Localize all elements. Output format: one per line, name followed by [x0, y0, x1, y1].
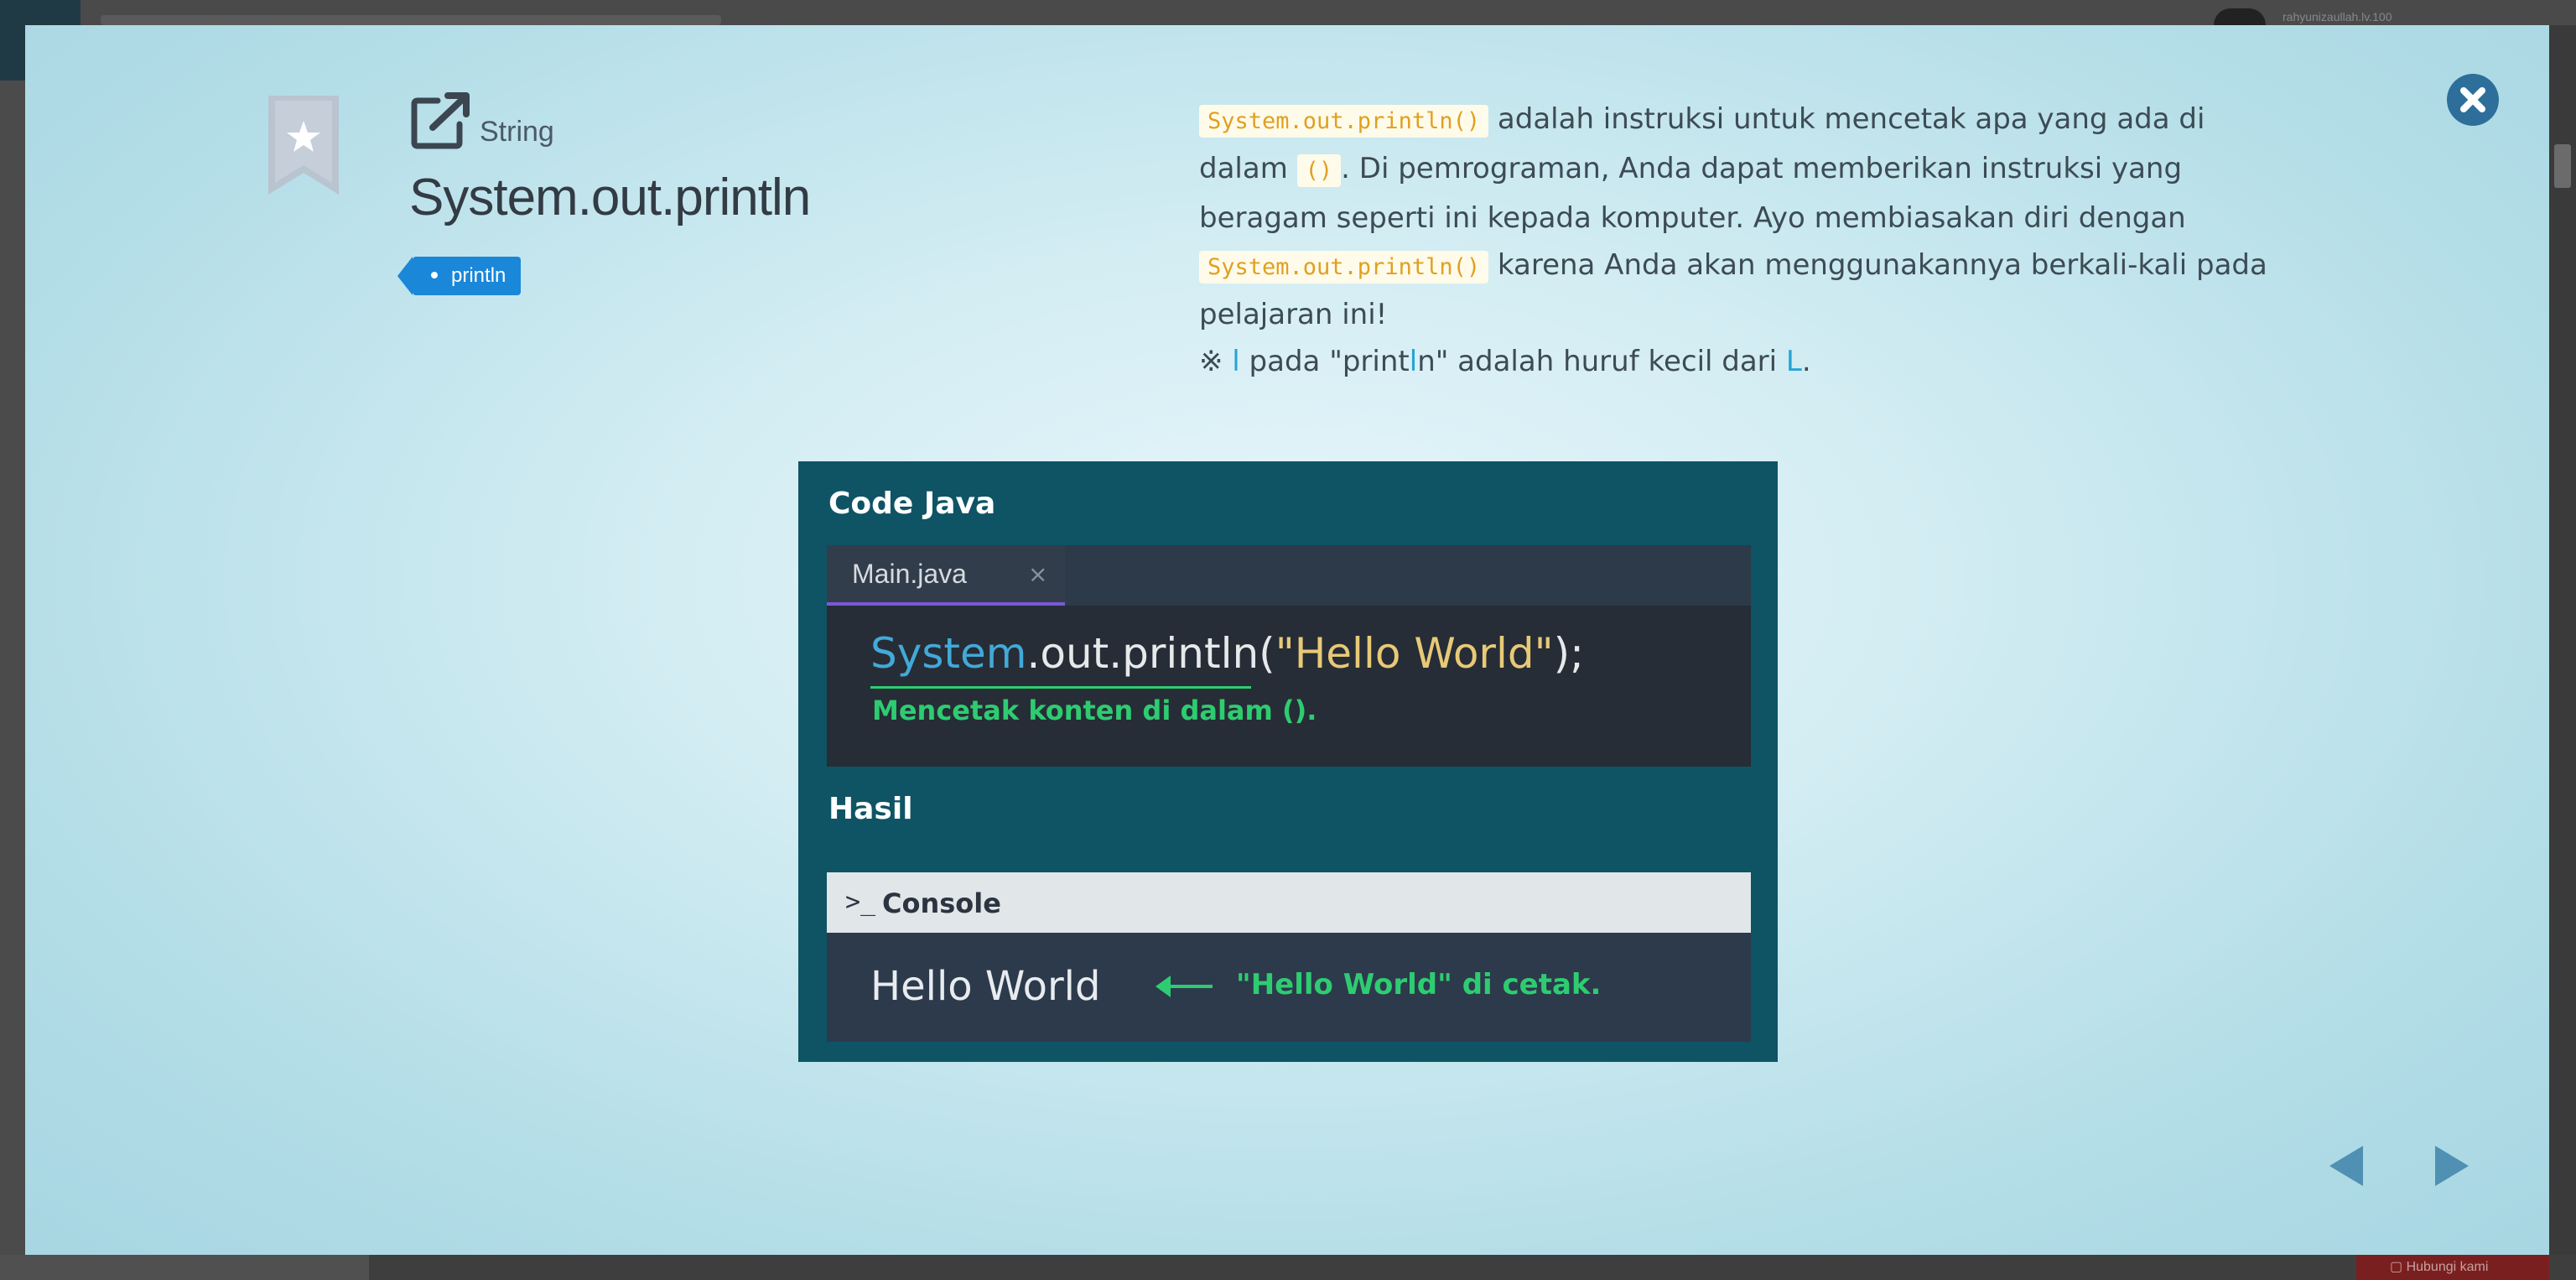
previous-button[interactable] — [2323, 1141, 2373, 1191]
note-highlight: l — [1232, 345, 1240, 378]
triangle-left-icon — [2329, 1146, 2363, 1186]
background-scrollbar — [2549, 25, 2576, 1255]
background-red-button: ▢ Hubungi kami — [2356, 1255, 2549, 1280]
console-body: Hello World "Hello World" di cetak. — [827, 933, 1751, 1042]
code-end: ); — [1553, 629, 1584, 678]
console-header: >_ Console — [827, 872, 1751, 933]
code-string: "Hello World" — [1275, 629, 1554, 678]
close-circle-icon — [2447, 74, 2499, 126]
close-button[interactable] — [2447, 74, 2499, 126]
note-text: pada "print — [1239, 345, 1410, 378]
terminal-icon: >_ — [845, 887, 876, 917]
category-label: String — [480, 116, 554, 148]
background-bottombar — [0, 1255, 2576, 1280]
page-title: System.out.println — [409, 169, 811, 226]
inline-code: () — [1296, 154, 1342, 187]
file-tab-main-java: Main.java × — [827, 545, 1065, 606]
console-annotation: "Hello World" di cetak. — [1236, 968, 1602, 1002]
description-text: System.out.println() adalah instruksi un… — [1199, 96, 2289, 385]
note-end: . — [1801, 345, 1811, 378]
external-link-icon[interactable] — [411, 91, 473, 149]
note-prefix: ※ — [1199, 345, 1233, 378]
code-editor: Main.java × System.out.println("Hello Wo… — [827, 545, 1751, 767]
background-side-toolbar — [0, 1255, 369, 1280]
tag-badge-println[interactable]: println — [397, 257, 522, 295]
editor-tab-bar: Main.java × — [827, 545, 1751, 606]
code-illustration: Code Java Main.java × System.out.println… — [798, 461, 1778, 1062]
lesson-glossary-modal: String System.out.println println System… — [25, 25, 2549, 1255]
note-highlight: l — [1409, 345, 1418, 378]
code-method: .out.println( — [1026, 629, 1275, 678]
background-scrollbar-thumb — [2554, 144, 2571, 188]
description-part: . Di pemrograman, Anda dapat memberikan … — [1199, 152, 2186, 235]
background-searchbar — [101, 15, 721, 25]
background-avatar — [2214, 8, 2266, 25]
code-underline — [870, 686, 1251, 689]
triangle-right-icon — [2435, 1146, 2469, 1186]
arrow-left-icon — [1156, 976, 1213, 997]
note-text: n" adalah huruf kecil dari — [1417, 345, 1786, 378]
next-button[interactable] — [2425, 1141, 2475, 1191]
console-label: Console — [882, 887, 1001, 919]
tag-dot — [431, 271, 438, 278]
code-annotation: Mencetak konten di dalam (). — [872, 695, 1317, 726]
note-highlight: L — [1785, 345, 1802, 378]
code-heading: Code Java — [828, 487, 996, 521]
tag-label: println — [451, 264, 506, 287]
code-line: System.out.println("Hello World"); — [870, 629, 1584, 678]
tab-close-icon: × — [1028, 560, 1048, 588]
background-username: rahyunizaullah.lv.100 — [2283, 10, 2392, 23]
inline-code: System.out.println() — [1199, 251, 1489, 284]
code-class: System — [870, 629, 1027, 678]
inline-code: System.out.println() — [1199, 105, 1489, 138]
bookmark-button[interactable] — [268, 96, 339, 195]
bookmark-star-icon — [268, 96, 339, 195]
result-heading: Hasil — [828, 792, 913, 826]
console-output: Hello World — [870, 963, 1101, 1010]
file-tab-label: Main.java — [852, 559, 967, 589]
